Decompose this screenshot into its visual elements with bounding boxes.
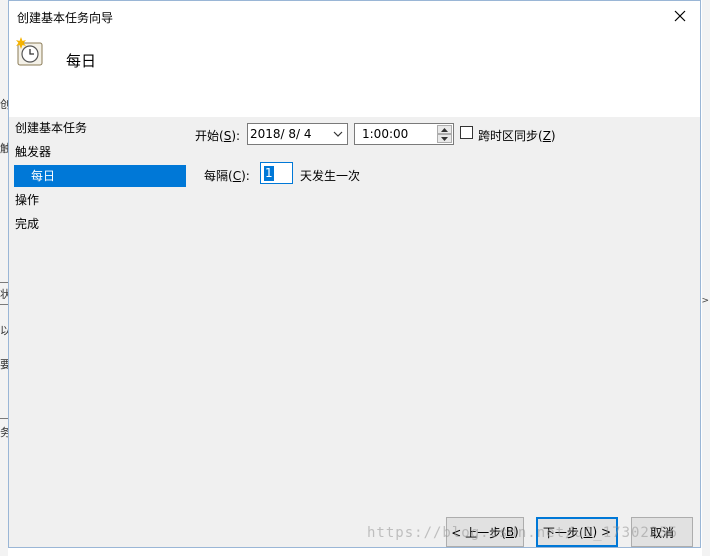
caret-up-icon bbox=[441, 127, 448, 132]
background-divider bbox=[0, 282, 8, 283]
sidebar-item-daily[interactable]: 每日 bbox=[14, 165, 186, 187]
wizard-steps-sidebar: 创建基本任务 触发器 每日 操作 完成 bbox=[9, 117, 187, 497]
sync-time-zones-label[interactable]: 跨时区同步(Z) bbox=[478, 127, 556, 144]
sync-time-zones-checkbox[interactable] bbox=[460, 126, 473, 139]
sidebar-item-trigger[interactable]: 触发器 bbox=[9, 141, 187, 163]
start-time-value: 1:00:00 bbox=[362, 127, 409, 141]
background-text-fragment: 务 bbox=[0, 426, 8, 439]
sidebar-item-finish[interactable]: 完成 bbox=[9, 213, 187, 235]
caret-down-icon bbox=[441, 136, 448, 141]
background-window-edge-left bbox=[0, 0, 8, 556]
background-divider bbox=[0, 418, 8, 419]
sidebar-item-action[interactable]: 操作 bbox=[9, 189, 187, 211]
window-title: 创建基本任务向导 bbox=[17, 11, 114, 25]
interval-days-value: 1 bbox=[264, 166, 274, 181]
background-window-edge-right bbox=[702, 0, 710, 556]
start-date-value: 2018/ 8/ 4 bbox=[250, 127, 312, 141]
close-icon bbox=[674, 10, 686, 22]
wizard-header: 每日 bbox=[9, 31, 700, 117]
background-divider bbox=[0, 304, 8, 305]
start-date-picker[interactable]: 2018/ 8/ 4 bbox=[247, 123, 348, 145]
background-text-fragment: 触 bbox=[0, 142, 8, 155]
interval-suffix: 天发生一次 bbox=[300, 169, 361, 183]
background-chevron-right-icon: > bbox=[701, 296, 709, 306]
background-text-fragment: 要 bbox=[0, 358, 8, 371]
close-button[interactable] bbox=[660, 1, 700, 31]
page-title: 每日 bbox=[66, 52, 97, 70]
title-bar: 创建基本任务向导 bbox=[9, 1, 700, 31]
sidebar-item-create-basic-task[interactable]: 创建基本任务 bbox=[9, 117, 187, 139]
background-text-fragment: 创 bbox=[0, 98, 8, 111]
time-increment-button[interactable] bbox=[437, 125, 452, 134]
watermark: https://blog.csdn.net/u0_17302255 bbox=[367, 525, 679, 541]
background-text-fragment: 以 bbox=[0, 324, 8, 337]
interval-label: 每隔(C): bbox=[204, 169, 250, 183]
interval-days-input[interactable]: 1 bbox=[260, 162, 293, 184]
time-decrement-button[interactable] bbox=[437, 134, 452, 143]
start-label: 开始(S): bbox=[195, 129, 241, 143]
clock-icon bbox=[16, 37, 43, 66]
background-text-fragment: 状 bbox=[0, 288, 8, 301]
trigger-settings-panel: 开始(S): 2018/ 8/ 4 1:00:00 跨时区同步(Z) 每隔(C)… bbox=[187, 117, 701, 497]
start-time-spinner[interactable]: 1:00:00 bbox=[354, 123, 454, 145]
chevron-down-icon[interactable] bbox=[331, 127, 345, 141]
create-basic-task-wizard-dialog: 创建基本任务向导 每日 创建基本任务 触发器 每日 操作 完成 开始(S): 2… bbox=[8, 0, 701, 548]
